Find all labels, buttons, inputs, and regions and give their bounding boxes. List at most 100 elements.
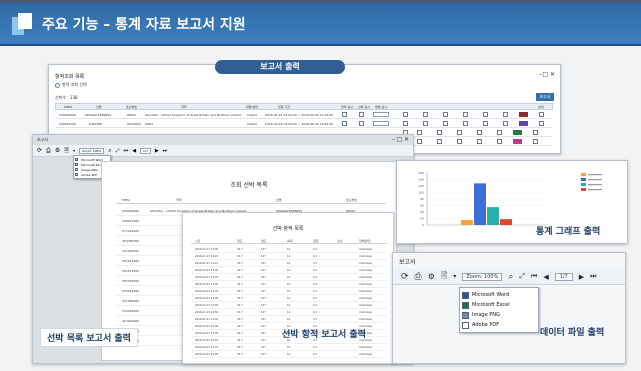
check-2[interactable]: [423, 121, 428, 126]
print-setup-icon[interactable]: ⚙: [55, 147, 60, 154]
prev-page-icon[interactable]: ◀: [132, 148, 136, 154]
prev-page-icon[interactable]: ◀: [543, 273, 548, 281]
check-4[interactable]: [463, 112, 468, 117]
check-5[interactable]: [483, 112, 488, 117]
last-page-icon[interactable]: ⏭: [163, 148, 168, 154]
pdf-icon: [75, 173, 78, 176]
check-1[interactable]: [403, 121, 408, 126]
check-6[interactable]: [497, 139, 502, 144]
check-4[interactable]: [457, 130, 462, 135]
check-2[interactable]: [417, 139, 422, 144]
table-row[interactable]: [403, 129, 553, 137]
table-row[interactable]: [403, 138, 553, 146]
track-cell: 10: [287, 297, 291, 300]
ship-checkbox[interactable]: [359, 112, 364, 117]
search-icon[interactable]: ⌕: [108, 147, 111, 155]
check-2[interactable]: [417, 130, 422, 135]
row-status: Classic: [247, 122, 258, 126]
check-6[interactable]: [497, 130, 502, 135]
color-swatch[interactable]: [519, 112, 528, 117]
page-field[interactable]: 1/7: [140, 147, 151, 154]
color-swatch[interactable]: [519, 121, 528, 126]
track-cell: 127: [261, 353, 266, 356]
track-cell: 10: [287, 283, 291, 286]
check-6[interactable]: [503, 112, 508, 117]
close-icon[interactable]: ✕: [550, 71, 555, 78]
page-field[interactable]: 1/7: [554, 272, 573, 281]
export-dropdown-icon[interactable]: ▾: [453, 273, 456, 280]
next-page-icon[interactable]: ▶: [155, 148, 159, 154]
refresh-icon[interactable]: ⟳: [37, 147, 42, 154]
color-swatch[interactable]: [513, 139, 522, 144]
track-checkbox[interactable]: [342, 121, 347, 126]
check-3[interactable]: [443, 112, 448, 117]
check-5[interactable]: [477, 139, 482, 144]
report-cell: 351673000: [122, 259, 140, 263]
track-cell: 34.7: [237, 290, 243, 293]
track-cell: 2016.02.23 14:50: [195, 311, 219, 314]
check-3[interactable]: [443, 121, 448, 126]
check-2[interactable]: [423, 112, 428, 117]
check-4[interactable]: [463, 121, 468, 126]
search-icon[interactable]: ⌕: [508, 272, 513, 282]
detail-checkbox[interactable]: [539, 112, 544, 117]
detail-checkbox[interactable]: [533, 130, 538, 135]
export-word[interactable]: Microsoft Word: [462, 290, 536, 300]
caption-data-file: 데이터 파일 출력: [540, 328, 605, 338]
print-setup-icon[interactable]: ⚙: [428, 272, 435, 281]
zoom-select[interactable]: Zoom: 100%: [79, 147, 105, 154]
list-table-header: MMSI 선명 호출부호 국적 화물/상태 입항 기간 항적 표시 선박 표시 …: [55, 103, 553, 110]
col-name: 선명: [96, 105, 102, 109]
y-tick-label: 0: [422, 223, 424, 227]
option-radio[interactable]: [55, 82, 60, 88]
legend-select[interactable]: [373, 112, 389, 117]
track-cell: 127: [261, 290, 266, 293]
check-1[interactable]: [403, 112, 408, 117]
last-page-icon[interactable]: ⏭: [590, 272, 596, 281]
export-pdf[interactable]: Adobe PDF: [462, 320, 536, 330]
minimize-icon[interactable]: –: [392, 136, 395, 143]
fit-icon[interactable]: ⤢: [519, 272, 525, 281]
check-5[interactable]: [477, 130, 482, 135]
check-3[interactable]: [437, 130, 442, 135]
track-cell: 2016.02.23 14:20: [195, 269, 219, 272]
export-icon[interactable]: 🗎: [64, 146, 69, 156]
report-button[interactable]: 보고서: [536, 93, 554, 101]
table-row[interactable]: 249027000 K-WATER 9HA4000 Malta Classic …: [55, 120, 553, 128]
maximize-icon[interactable]: □: [396, 136, 402, 143]
track-cell: 34.7: [237, 339, 243, 342]
legend-swatch: [581, 183, 586, 186]
zoom-select[interactable]: Zoom: 100%: [462, 272, 503, 281]
maximize-icon[interactable]: □: [542, 71, 548, 78]
check-4[interactable]: [457, 139, 462, 144]
check-3[interactable]: [437, 139, 442, 144]
detail-checkbox[interactable]: [533, 139, 538, 144]
export-dropdown-icon[interactable]: ▾: [73, 148, 75, 153]
print-icon[interactable]: ⎙: [46, 147, 51, 155]
first-page-icon[interactable]: ⏮: [124, 148, 129, 154]
export-icon[interactable]: 🗎: [441, 270, 447, 284]
export-excel[interactable]: Microsoft Excel: [462, 300, 536, 310]
legend-select[interactable]: [373, 121, 389, 126]
close-icon[interactable]: ✕: [404, 136, 409, 143]
word-icon: [75, 158, 78, 161]
fit-icon[interactable]: ⤢: [116, 148, 120, 154]
track-col-heads: 시간 위도 경도 속력 침로 선수 항해상태: [191, 239, 387, 244]
export-png[interactable]: Image PNG: [462, 310, 536, 320]
refresh-icon[interactable]: ⟳: [401, 272, 409, 282]
color-swatch[interactable]: [513, 130, 522, 135]
track-list-option[interactable]: 항적 조회 선택: [55, 82, 87, 88]
table-row[interactable]: 239005000 SPYRAN EXPRESS ZDKI2 Gibraltar…: [55, 111, 553, 119]
report-cell: 412001000: [122, 319, 140, 323]
track-checkbox[interactable]: [342, 112, 347, 117]
ship-checkbox[interactable]: [359, 121, 364, 126]
check-5[interactable]: [483, 121, 488, 126]
check-6[interactable]: [503, 121, 508, 126]
report-cell: 355935000: [122, 279, 140, 283]
track-cell: 0.1: [313, 255, 318, 258]
detail-checkbox[interactable]: [539, 121, 544, 126]
print-icon[interactable]: ⎙: [415, 272, 422, 282]
next-page-icon[interactable]: ▶: [579, 273, 584, 281]
first-page-icon[interactable]: ⏮: [531, 272, 537, 281]
track-cell: 127: [261, 283, 266, 286]
